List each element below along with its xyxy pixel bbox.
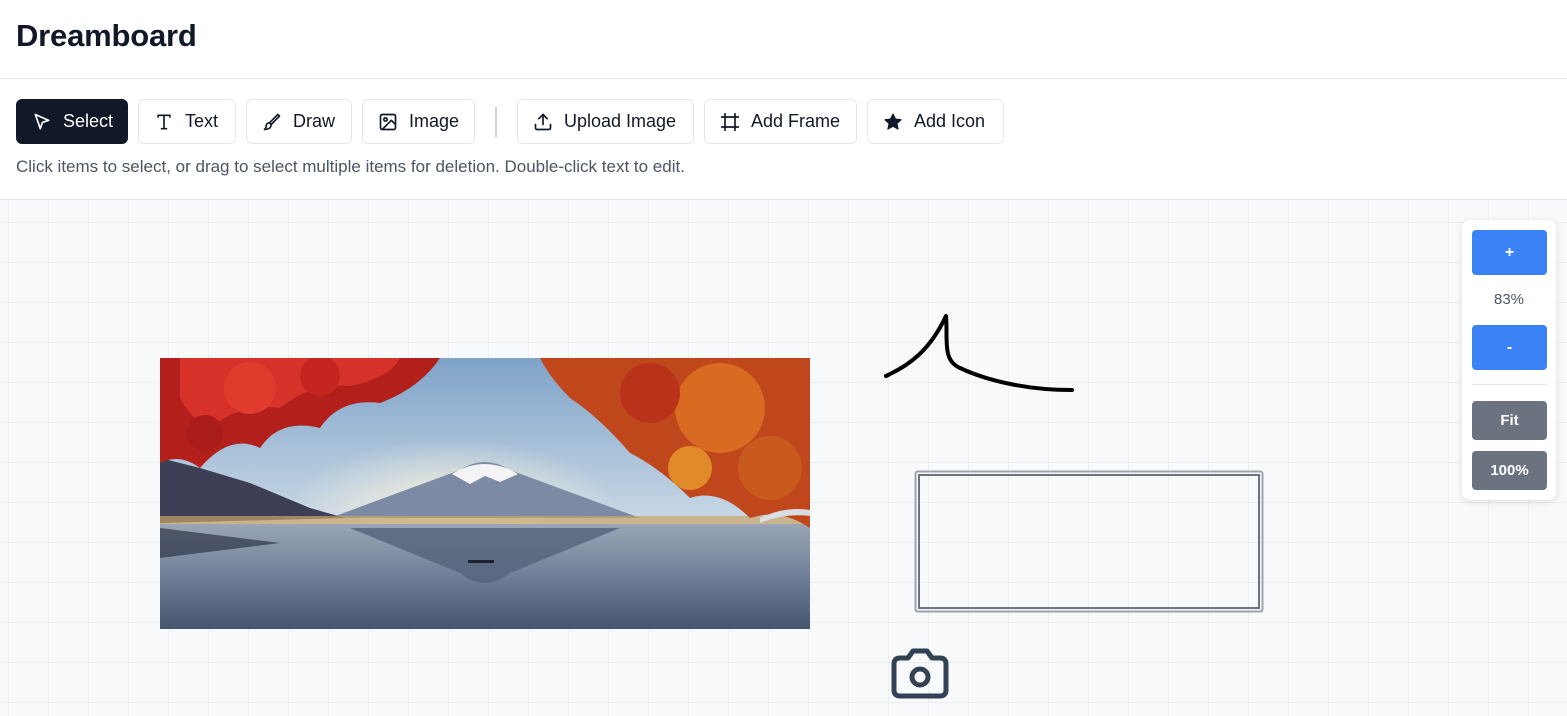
zoom-controls: + 83% - Fit 100%: [1462, 220, 1556, 500]
toolbar-hint: Click items to select, or drag to select…: [16, 157, 685, 176]
tool-select-button[interactable]: Select: [16, 99, 128, 144]
upload-image-label: Upload Image: [564, 111, 677, 131]
upload-image-button[interactable]: Upload Image: [517, 99, 694, 144]
upload-icon: [534, 113, 552, 130]
add-icon-button[interactable]: Add Icon: [867, 99, 1004, 144]
brush-icon: [263, 113, 281, 130]
frame-icon: [720, 112, 740, 131]
tool-draw-label: Draw: [293, 111, 336, 131]
add-icon-label: Add Icon: [914, 111, 986, 131]
app-header: Dreamboard: [0, 0, 1567, 79]
tool-image-label: Image: [409, 111, 460, 131]
add-frame-button[interactable]: Add Frame: [704, 99, 857, 144]
app-title: Dreamboard: [16, 18, 197, 53]
zoom-in-button[interactable]: +: [1472, 230, 1547, 275]
zoom-divider: [1472, 384, 1547, 385]
mount-fuji-photo[interactable]: [160, 358, 810, 629]
tool-image-button[interactable]: Image: [362, 99, 475, 144]
tool-draw-button[interactable]: Draw: [246, 99, 352, 144]
toolbar-divider: [495, 107, 497, 137]
zoom-out-button[interactable]: -: [1472, 325, 1547, 370]
text-icon: [157, 114, 171, 129]
image-icon: [379, 113, 397, 130]
tool-text-button[interactable]: Text: [138, 99, 236, 144]
fit-button[interactable]: Fit: [1472, 401, 1547, 440]
tool-text-label: Text: [185, 111, 219, 131]
empty-frame[interactable]: [914, 470, 1264, 613]
star-icon: [884, 112, 902, 130]
toolbar: Select Text Draw Image Upload Image Add …: [0, 79, 1567, 200]
zoom-level: 83%: [1493, 291, 1525, 308]
add-frame-label: Add Frame: [751, 111, 841, 131]
tool-select-label: Select: [63, 111, 114, 131]
board-canvas[interactable]: [0, 200, 1567, 716]
freehand-drawing[interactable]: [880, 310, 1080, 400]
reset-zoom-button[interactable]: 100%: [1472, 451, 1547, 490]
cursor-arrow-icon: [34, 113, 50, 129]
camera-icon[interactable]: [888, 644, 952, 704]
